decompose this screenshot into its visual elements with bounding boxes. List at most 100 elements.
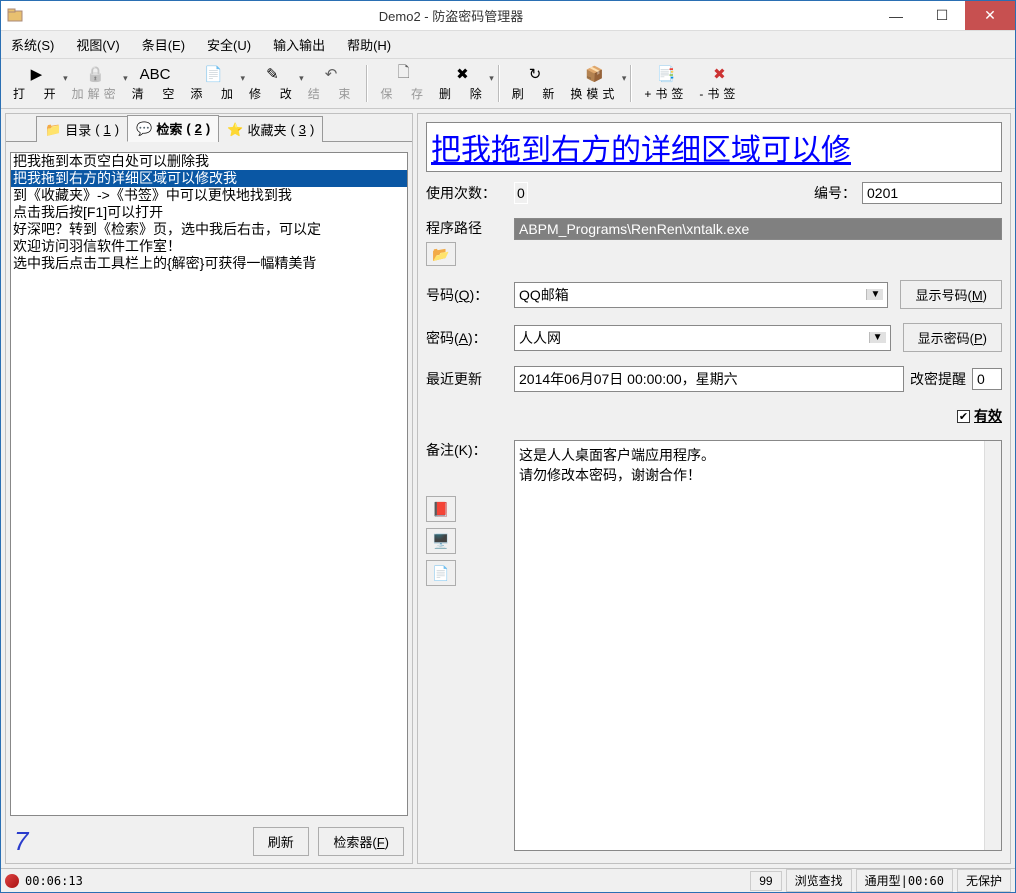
folder-open-icon: 📂 bbox=[432, 246, 449, 263]
toolbar-button[interactable]: ✖-书签 bbox=[693, 63, 745, 104]
toolbar-icon: 📦 bbox=[585, 65, 604, 83]
toolbar-icon: ↻ bbox=[529, 65, 542, 83]
path-field[interactable]: ABPM_Programs\RenRen\xntalk.exe bbox=[514, 218, 1002, 240]
open-path-button[interactable]: 📂 bbox=[426, 242, 456, 266]
show-password-button[interactable]: 显示密码(P) bbox=[903, 323, 1002, 352]
update-label: 最近更新 bbox=[426, 369, 508, 389]
toolbar-button[interactable]: 📄添 加▾ bbox=[184, 63, 243, 104]
status-count: 99 bbox=[750, 871, 781, 891]
toolbar-button[interactable]: ▶打 开▾ bbox=[7, 63, 66, 104]
chevron-down-icon: ▼ bbox=[866, 289, 883, 300]
usage-value: 0 bbox=[514, 182, 528, 204]
detail-pane: 把我拖到右方的详细区域可以修 使用次数： 0 编号： 0201 程序路径 📂 A… bbox=[417, 113, 1011, 864]
status-icon bbox=[5, 874, 19, 888]
attach-screen-button[interactable]: 🖥️ bbox=[426, 528, 456, 554]
menu-bar: 系统(S) 视图(V) 条目(E) 安全(U) 输入输出帮助(H) bbox=[1, 31, 1015, 59]
checkbox-icon: ✔ bbox=[957, 410, 970, 423]
toolbar: ▶打 开▾🔒加解密▾ABC清 空📄添 加▾✎修 改▾↶结 束 🗋保 存✖删 除▾ ↻… bbox=[1, 59, 1015, 109]
toolbar-icon: 🗋 bbox=[398, 65, 410, 83]
dropdown-arrow-icon: ▾ bbox=[622, 73, 627, 84]
id-label: 编号： bbox=[814, 183, 856, 203]
toolbar-button[interactable]: 📦换模式▾ bbox=[564, 63, 624, 104]
attach-wallet-button[interactable]: 📕 bbox=[426, 496, 456, 522]
update-field[interactable]: 2014年06月07日 00:00:00，星期六 bbox=[514, 366, 904, 392]
toolbar-button[interactable]: 📑+书签 bbox=[638, 63, 693, 104]
menu-item[interactable]: 系统(S) bbox=[7, 33, 58, 56]
search-tool-button[interactable]: 检索器(F) bbox=[318, 827, 404, 856]
remind-field[interactable]: 0 bbox=[972, 368, 1002, 390]
monitor-icon: 🖥️ bbox=[432, 533, 449, 550]
toolbar-button[interactable]: ✖删 除▾ bbox=[433, 63, 492, 104]
toolbar-button: ↶结 束 bbox=[302, 63, 361, 104]
show-number-button[interactable]: 显示号码(M) bbox=[900, 280, 1002, 309]
status-protect: 无保护 bbox=[957, 869, 1011, 892]
left-pane: 📁目录(1)💬检索(2)⭐收藏夹(3) 把我拖到本页空白处可以删除我把我拖到右方… bbox=[5, 113, 413, 864]
tab-icon: 💬 bbox=[136, 121, 152, 137]
menu-item[interactable]: 帮助(H) bbox=[343, 33, 395, 56]
toolbar-button[interactable]: ↻刷 新 bbox=[506, 63, 565, 104]
menu-item[interactable]: 视图(V) bbox=[72, 33, 123, 56]
valid-checkbox[interactable]: ✔ 有效 bbox=[957, 406, 1002, 426]
remind-label: 改密提醒 bbox=[910, 369, 966, 389]
list-item[interactable]: 好深吧？转到《检索》页，选中我后右击，可以定 bbox=[11, 221, 407, 238]
toolbar-button: 🔒加解密▾ bbox=[66, 63, 126, 104]
title-text: Demo2 - 防盗密码管理器 bbox=[29, 6, 873, 25]
toolbar-icon: 📄 bbox=[204, 65, 223, 83]
notes-textarea[interactable]: 这是人人桌面客户端应用程序。 请勿修改本密码，谢谢合作！ bbox=[514, 440, 1002, 851]
toolbar-icon: ✎ bbox=[266, 65, 279, 83]
scrollbar[interactable] bbox=[984, 441, 1001, 850]
tab-icon: ⭐ bbox=[227, 122, 243, 138]
close-button[interactable]: ✕ bbox=[965, 1, 1015, 30]
menu-item[interactable]: 条目(E) bbox=[138, 33, 189, 56]
tab-strip: 📁目录(1)💬检索(2)⭐收藏夹(3) bbox=[6, 114, 412, 142]
list-item[interactable]: 点击我后按[F1]可以打开 bbox=[11, 204, 407, 221]
search-list-panel: 把我拖到本页空白处可以删除我把我拖到右方的详细区域可以修改我到《收藏夹》->《书… bbox=[10, 152, 408, 816]
toolbar-button[interactable]: ✎修 改▾ bbox=[243, 63, 302, 104]
list-item[interactable]: 欢迎访问羽信软件工作室！ bbox=[11, 238, 407, 255]
lock-page-icon: 📄 bbox=[432, 565, 449, 582]
notes-label: 备注(K)： bbox=[426, 440, 508, 460]
result-count: 7 bbox=[14, 826, 28, 857]
banner-link[interactable]: 把我拖到右方的详细区域可以修 bbox=[431, 134, 851, 167]
minimize-button[interactable]: — bbox=[873, 1, 919, 30]
list-item[interactable]: 到《收藏夹》->《书签》中可以更快地找到我 bbox=[11, 187, 407, 204]
app-icon bbox=[7, 8, 23, 24]
maximize-button[interactable]: ☐ bbox=[919, 1, 965, 30]
tab[interactable]: ⭐收藏夹(3) bbox=[218, 116, 323, 142]
toolbar-icon: ↶ bbox=[325, 65, 338, 83]
menu-item[interactable]: 安全(U) bbox=[203, 33, 255, 56]
list-item[interactable]: 选中我后点击工具栏上的{解密}可获得一幅精美背 bbox=[11, 255, 407, 272]
status-type: 通用型|00:60 bbox=[856, 869, 953, 892]
tab[interactable]: 💬检索(2) bbox=[127, 115, 219, 142]
tab[interactable]: 📁目录(1) bbox=[36, 116, 128, 142]
list-item[interactable]: 把我拖到本页空白处可以删除我 bbox=[11, 153, 407, 170]
toolbar-button: 🗋保 存 bbox=[374, 63, 433, 104]
usage-label: 使用次数： bbox=[426, 183, 508, 203]
refresh-button[interactable]: 刷新 bbox=[253, 827, 309, 856]
password-label: 密码(A)： bbox=[426, 328, 508, 348]
path-label: 程序路径 bbox=[426, 218, 508, 238]
content-area: 📁目录(1)💬检索(2)⭐收藏夹(3) 把我拖到本页空白处可以删除我把我拖到右方… bbox=[1, 109, 1015, 868]
search-result-list[interactable]: 把我拖到本页空白处可以删除我把我拖到右方的详细区域可以修改我到《收藏夹》->《书… bbox=[11, 153, 407, 815]
status-bar: 00:06:13 99 浏览查找 通用型|00:60 无保护 bbox=[1, 868, 1015, 892]
list-item[interactable]: 把我拖到右方的详细区域可以修改我 bbox=[11, 170, 407, 187]
id-field[interactable]: 0201 bbox=[862, 182, 1002, 204]
toolbar-icon: ✖ bbox=[456, 65, 469, 83]
status-browse[interactable]: 浏览查找 bbox=[786, 869, 852, 892]
toolbar-icon: 📑 bbox=[657, 65, 676, 83]
left-bottom-bar: 7 刷新 检索器(F) bbox=[6, 820, 412, 863]
status-time: 00:06:13 bbox=[25, 874, 83, 888]
menu-item[interactable]: 输入输出 bbox=[269, 33, 329, 56]
title-bar: Demo2 - 防盗密码管理器 — ☐ ✕ bbox=[1, 1, 1015, 31]
toolbar-icon: ABC bbox=[140, 65, 171, 83]
attach-lock-button[interactable]: 📄 bbox=[426, 560, 456, 586]
chevron-down-icon: ▼ bbox=[869, 332, 886, 343]
number-label: 号码(Q)： bbox=[426, 285, 508, 305]
number-combo[interactable]: QQ邮箱▼ bbox=[514, 282, 888, 308]
toolbar-icon: 🔒 bbox=[86, 65, 105, 83]
banner: 把我拖到右方的详细区域可以修 bbox=[426, 122, 1002, 172]
wallet-icon: 📕 bbox=[432, 501, 449, 518]
password-combo[interactable]: 人人网▼ bbox=[514, 325, 891, 351]
dropdown-arrow-icon: ▾ bbox=[489, 73, 494, 84]
toolbar-button[interactable]: ABC清 空 bbox=[126, 63, 185, 104]
